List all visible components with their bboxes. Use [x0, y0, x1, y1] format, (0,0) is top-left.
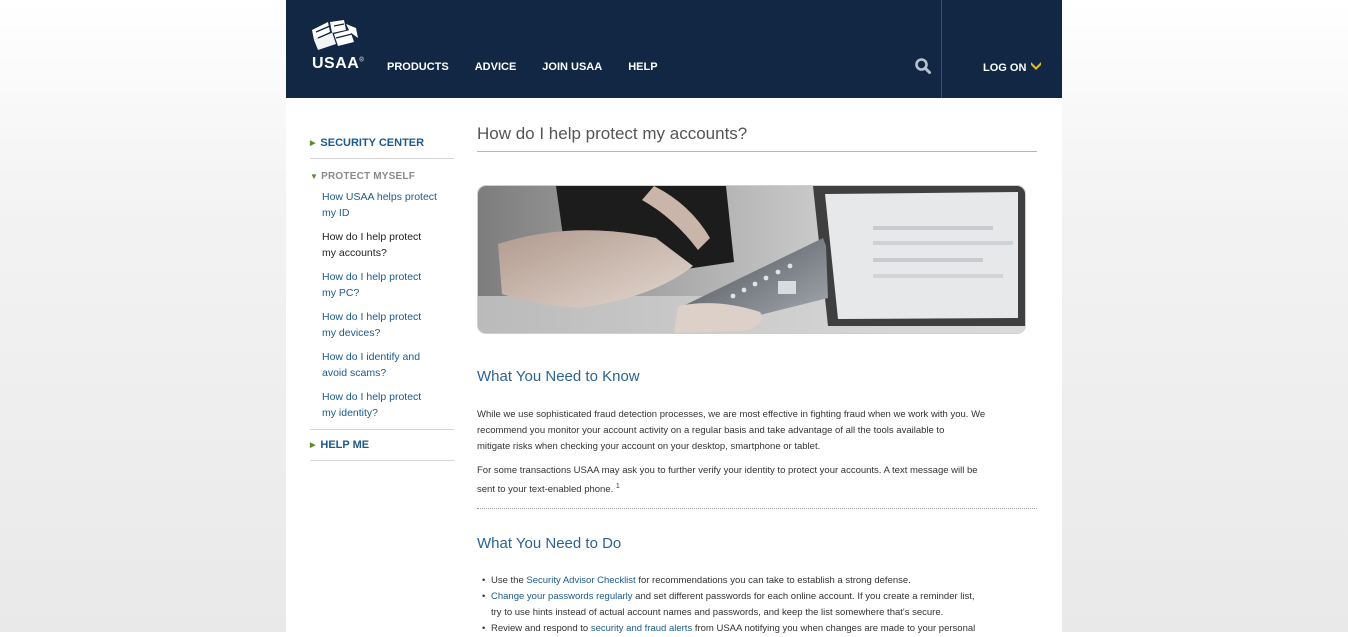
- logo-wordmark: USAA: [312, 55, 360, 72]
- search-icon[interactable]: [914, 57, 932, 75]
- sidebar-link-protect-id[interactable]: How USAA helps protect my ID: [322, 189, 454, 221]
- main-content: How do I help protect my accounts? What …: [477, 124, 1037, 637]
- chevron-down-icon: [1031, 62, 1042, 74]
- log-on-label: LOG ON: [983, 62, 1027, 74]
- nav-help[interactable]: HELP: [628, 61, 657, 73]
- hero-image-card-and-laptop: [477, 185, 1026, 334]
- sidebar-item-security-center[interactable]: ▶ SECURITY CENTER: [310, 128, 454, 158]
- sidebar-link-avoid-scams[interactable]: How do I identify and avoid scams?: [322, 349, 454, 381]
- sidebar-section-protect-myself[interactable]: ▼ PROTECT MYSELF: [310, 167, 454, 185]
- footnote-marker[interactable]: 1: [616, 483, 620, 490]
- page-title: How do I help protect my accounts?: [477, 124, 1037, 152]
- triangle-right-icon: ▶: [310, 442, 316, 449]
- section-heading-do: What You Need to Do: [477, 535, 622, 553]
- action-list: Use the Security Advisor Checklist for r…: [477, 573, 1037, 637]
- section-divider: [477, 508, 1037, 510]
- sidebar-section-label: PROTECT MYSELF: [321, 170, 416, 182]
- section-heading-know: What You Need to Know: [477, 368, 640, 385]
- sidebar-label: HELP ME: [320, 439, 370, 451]
- paragraph-verify-identity: For some transactions USAA may ask you t…: [477, 465, 978, 496]
- list-item: Review and respond to security and fraud…: [477, 621, 1037, 637]
- security-fraud-alerts-link[interactable]: security and fraud alerts: [591, 623, 692, 634]
- log-on-button[interactable]: LOG ON: [983, 62, 1042, 74]
- triangle-down-icon: ▼: [310, 171, 319, 181]
- sidebar-divider: [310, 460, 454, 461]
- sidebar-link-protect-pc[interactable]: How do I help protect my PC?: [322, 269, 454, 301]
- sidebar-label: SECURITY CENTER: [320, 137, 425, 149]
- triangle-right-icon: ▶: [310, 140, 316, 147]
- page-container: USAA® PRODUCTS ADVICE JOIN USAA HELP LOG…: [286, 0, 1062, 637]
- paragraph-fraud-detection: While we use sophisticated fraud detecti…: [477, 409, 986, 452]
- site-header: USAA® PRODUCTS ADVICE JOIN USAA HELP LOG…: [286, 0, 1062, 98]
- sidebar-item-help-me[interactable]: ▶ HELP ME: [310, 430, 454, 460]
- registered-mark: ®: [359, 57, 365, 64]
- header-divider: [941, 0, 942, 98]
- nav-advice[interactable]: ADVICE: [475, 61, 517, 73]
- logo-text: USAA®: [312, 55, 364, 73]
- nav-products[interactable]: PRODUCTS: [387, 61, 449, 73]
- list-item: Use the Security Advisor Checklist for r…: [477, 573, 1037, 589]
- list-item: Change your passwords regularly and set …: [477, 589, 1037, 621]
- sidebar-divider: [310, 158, 454, 159]
- sidebar-nav: ▶ SECURITY CENTER ▼ PROTECT MYSELF How U…: [310, 128, 454, 461]
- sidebar-sublist: How USAA helps protect my ID How do I hel…: [310, 189, 454, 421]
- sidebar-link-protect-devices[interactable]: How do I help protect my devices?: [322, 309, 454, 341]
- change-passwords-link[interactable]: Change your passwords regularly: [491, 591, 633, 602]
- main-nav: PRODUCTS ADVICE JOIN USAA HELP: [387, 61, 658, 73]
- sidebar-link-protect-accounts: How do I help protect my accounts?: [322, 231, 422, 259]
- sidebar-link-protect-identity[interactable]: How do I help protect my identity?: [322, 389, 454, 421]
- nav-join-usaa[interactable]: JOIN USAA: [542, 61, 602, 73]
- security-advisor-checklist-link[interactable]: Security Advisor Checklist: [526, 575, 635, 586]
